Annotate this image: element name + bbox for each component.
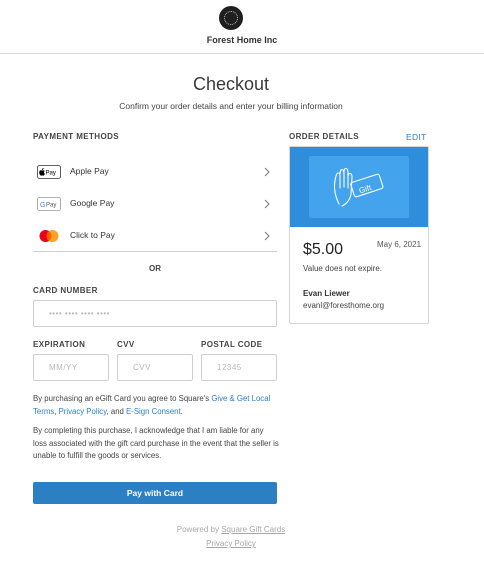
recipient-email: evanl@foresthome.org [303,301,385,310]
pay-with-card-button[interactable]: Pay with Card [33,482,277,504]
page-subtitle: Confirm your order details and enter you… [119,101,343,111]
powered-by: Powered by Square Gift Cards [176,525,286,534]
apple-pay-option[interactable]: Pay Apple Pay [33,156,277,188]
card-number-input[interactable] [34,301,276,326]
chevron-right-icon [264,231,270,241]
gift-amount: $5.00 [303,241,344,258]
footer-privacy-policy-link[interactable]: Privacy Policy [206,539,256,548]
click-to-pay-option[interactable]: Click to Pay [33,220,277,252]
chevron-right-icon [264,199,270,209]
order-summary-card: Gift $5.00 May 6, 2021 Value does not ex… [289,146,429,324]
expiration-input[interactable] [34,355,108,380]
card-number-field[interactable] [33,300,277,327]
header: Forest Home Inc [0,0,484,54]
or-separator: OR [149,264,161,273]
gift-card-banner: Gift [290,147,428,227]
postal-code-label: POSTAL CODE [201,340,263,349]
gift-card-image: Gift [309,156,409,218]
expiration-label: EXPIRATION [33,340,86,349]
click-to-pay-icon [39,230,59,242]
svg-text:Pay: Pay [46,203,56,209]
cvv-input[interactable] [118,355,192,380]
pm-label: Google Pay [70,198,115,208]
svg-text:Pay: Pay [46,171,56,177]
cvv-field[interactable] [117,354,193,381]
svg-text:G: G [40,202,45,209]
google-pay-option[interactable]: G Pay Google Pay [33,188,277,220]
pm-label: Apple Pay [70,166,109,176]
pm-label: Click to Pay [70,230,115,240]
e-sign-consent-link[interactable]: E-Sign Consent [126,407,181,416]
divider [33,251,277,252]
postal-code-field[interactable] [201,354,277,381]
liability-text: By completing this purchase, I acknowled… [33,426,279,460]
card-number-label: CARD NUMBER [33,286,98,295]
svg-text:Gift: Gift [358,183,373,196]
gift-hand-icon: Gift [334,167,384,207]
terms-text: By purchasing an eGift Card you agree to… [33,394,271,416]
payment-methods-heading: PAYMENT METHODS [33,132,120,141]
postal-code-input[interactable] [202,355,276,380]
page-title: Checkout [192,74,270,94]
expiration-field[interactable] [33,354,109,381]
order-details-heading: ORDER DETAILS [289,132,359,141]
recipient-name: Evan Liewer [303,289,350,298]
expiry-note: Value does not expire. [303,264,383,273]
chevron-right-icon [264,167,270,177]
cvv-label: CVV [117,340,135,349]
google-pay-icon: G Pay [37,197,61,211]
apple-pay-icon: Pay [37,165,61,179]
order-date: May 6, 2021 [377,240,422,249]
merchant-logo [219,6,243,30]
merchant-name: Forest Home Inc [206,35,278,45]
edit-order-link[interactable]: EDIT [406,132,427,142]
square-gift-cards-link[interactable]: Square Gift Cards [221,525,285,534]
privacy-policy-link[interactable]: Privacy Policy [59,407,107,416]
